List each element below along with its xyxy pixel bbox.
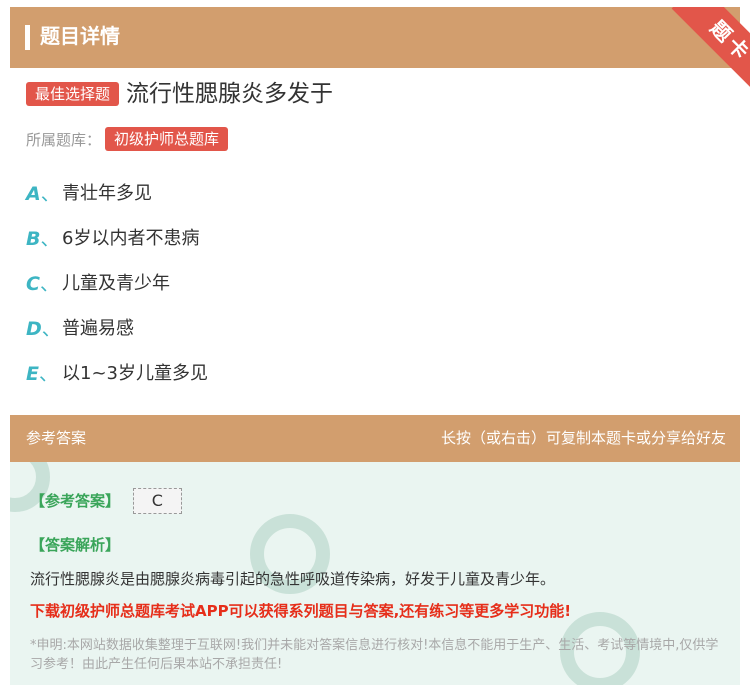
option-text: 以1~3岁儿童多见 (62, 363, 208, 384)
answer-tag: 【参考答案】 (30, 492, 121, 510)
question-text: 流行性腮腺炎多发于 (126, 81, 334, 107)
answer-header: 参考答案 长按（或右击）可复制本题卡或分享给好友 (10, 415, 740, 462)
options-list: A、 青壮年多见 B、 6岁以内者不患病 C、 儿童及青少年 D、 普遍易感 E… (26, 180, 208, 405)
bank-name-badge[interactable]: 初级护师总题库 (105, 127, 229, 151)
option-text: 儿童及青少年 (62, 273, 170, 294)
answer-body: 【参考答案】 C 【答案解析】 流行性腮腺炎是由腮腺炎病毒引起的急性呼吸道传染病… (10, 462, 740, 685)
option-letter: C、 (26, 273, 59, 295)
option-c[interactable]: C、 儿童及青少年 (26, 270, 208, 315)
option-text: 普遍易感 (62, 318, 134, 339)
option-a[interactable]: A、 青壮年多见 (26, 180, 208, 225)
option-text: 6岁以内者不患病 (62, 228, 200, 249)
header-accent-bar (25, 25, 30, 50)
question-type-badge: 最佳选择题 (26, 82, 120, 106)
question-bank-row: 所属题库： 初级护师总题库 (26, 127, 229, 151)
option-letter: B、 (26, 228, 60, 250)
option-letter: A、 (26, 183, 60, 205)
disclaimer-text: *申明:本网站数据收集整理于互联网!我们并未能对答案信息进行核对!本信息不能用于… (30, 638, 719, 672)
option-e[interactable]: E、 以1~3岁儿童多见 (26, 360, 208, 405)
corner-ribbon-label: 题卡 (671, 7, 750, 87)
corner-ribbon: 题卡 (660, 7, 750, 87)
explain-tag: 【答案解析】 (30, 536, 121, 554)
explanation-text: 流行性腮腺炎是由腮腺炎病毒引起的急性呼吸道传染病，好发于儿童及青少年。 (30, 570, 556, 588)
option-b[interactable]: B、 6岁以内者不患病 (26, 225, 208, 270)
app-promo-text[interactable]: 下载初级护师总题库考试APP可以获得系列题目与答案,还有练习等更多学习功能! (30, 600, 571, 621)
answer-section-title: 参考答案 (26, 429, 87, 447)
option-letter: E、 (26, 363, 58, 385)
card-header: 题目详情 题卡 (10, 7, 750, 87)
question-row: 最佳选择题 流行性腮腺炎多发于 (26, 79, 333, 109)
question-card: 题目详情 题卡 最佳选择题 流行性腮腺炎多发于 所属题库： 初级护师总题库 A、… (10, 7, 750, 685)
answer-row: 【参考答案】 C (30, 488, 182, 514)
option-d[interactable]: D、 普遍易感 (26, 315, 208, 360)
bank-label: 所属题库： (26, 130, 102, 149)
card-title: 题目详情 (40, 24, 120, 48)
option-letter: D、 (26, 318, 61, 340)
share-tip: 长按（或右击）可复制本题卡或分享给好友 (440, 429, 726, 447)
option-text: 青壮年多见 (62, 183, 152, 204)
answer-value: C (132, 488, 182, 514)
